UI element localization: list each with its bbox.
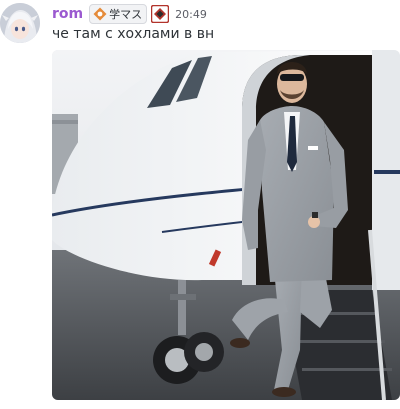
username[interactable]: rom	[52, 6, 83, 22]
message-text: че там с хохлами в вн	[52, 26, 215, 42]
message-timestamp[interactable]: 20:49	[175, 8, 207, 21]
guild-tag-label: 学マス	[109, 8, 143, 21]
message-header: rom 学マス 20:49	[52, 4, 207, 24]
user-avatar[interactable]	[0, 3, 40, 43]
guild-tag[interactable]: 学マス	[89, 4, 148, 24]
attachment-photo	[52, 50, 400, 400]
image-attachment[interactable]	[52, 50, 400, 400]
role-badge-icon[interactable]	[150, 4, 170, 24]
guild-tag-icon	[93, 7, 107, 21]
chat-message: rom 学マス 20:49 че там с хохлами в вн	[0, 0, 400, 409]
anime-avatar-icon	[0, 3, 40, 43]
